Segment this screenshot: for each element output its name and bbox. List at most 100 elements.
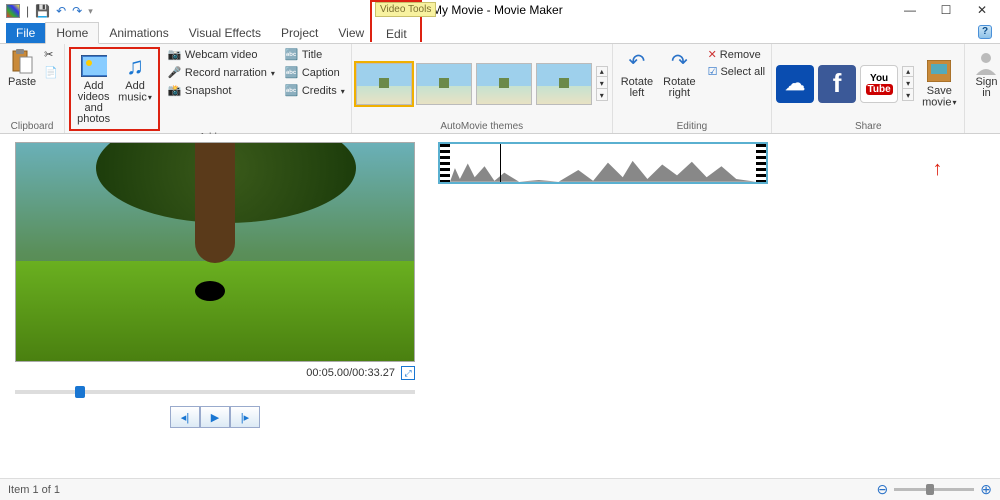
status-item-count: Item 1 of 1	[8, 484, 60, 496]
group-editing: ↶ Rotate left ↷ Rotate right ✕ Remove ☑ …	[613, 44, 772, 133]
select-all-button[interactable]: ☑ Select all	[706, 64, 768, 79]
remove-label: Remove	[720, 49, 761, 61]
group-signin: Sign in	[965, 44, 1000, 133]
next-frame-button[interactable]: |▸	[230, 406, 260, 428]
tab-project[interactable]: Project	[271, 23, 328, 43]
contextual-tab-group-label: Video Tools	[375, 2, 436, 17]
remove-icon: ✕	[708, 48, 717, 61]
tab-visual-effects[interactable]: Visual Effects	[179, 23, 271, 43]
share-onedrive-button[interactable]: ☁	[776, 65, 814, 103]
group-clipboard: Paste ✂ 📄 Clipboard	[0, 44, 65, 133]
add-music-button[interactable]: ♫ Add music▾	[114, 51, 156, 127]
share-youtube-button[interactable]: You Tube	[860, 65, 898, 103]
share-more[interactable]: ▾	[903, 91, 913, 100]
theme-thumb-4[interactable]	[536, 63, 592, 105]
group-share: ☁ f You Tube ▴ ▾ ▾ Save movie▾ Share ↑	[772, 44, 965, 133]
tab-file[interactable]: File	[6, 23, 45, 43]
sprocket-right	[756, 144, 766, 182]
save-movie-label: Save movie▾	[922, 86, 956, 108]
title-button[interactable]: 🔤Title	[283, 47, 347, 63]
sprocket-left	[440, 144, 450, 182]
preview-video[interactable]	[15, 142, 415, 362]
theme-thumb-3[interactable]	[476, 63, 532, 105]
add-videos-photos-button[interactable]: Add videos and photos	[73, 51, 114, 127]
content-area: 00:05.00/00:33.27 ⤢ ◂| ▶ |▸	[0, 134, 1000, 478]
paste-icon	[9, 49, 35, 75]
status-bar: Item 1 of 1 ⊖ ⊕	[0, 478, 1000, 500]
rotate-left-button[interactable]: ↶ Rotate left	[617, 47, 657, 101]
zoom-in-button[interactable]: ⊕	[980, 481, 992, 498]
share-scroll-up[interactable]: ▴	[903, 67, 913, 77]
share-facebook-button[interactable]: f	[818, 65, 856, 103]
group-label-editing: Editing	[617, 120, 767, 133]
mic-icon: 🎤	[168, 66, 182, 80]
minimize-button[interactable]: —	[892, 0, 928, 20]
rotate-left-icon: ↶	[624, 49, 650, 75]
timeline-clip[interactable]	[438, 142, 768, 184]
seek-bar[interactable]	[15, 390, 415, 394]
snapshot-button[interactable]: 📸Snapshot	[166, 83, 277, 99]
save-icon[interactable]: 💾	[35, 4, 50, 18]
title-label: Title	[302, 49, 322, 61]
snapshot-label: Snapshot	[185, 85, 231, 97]
rotate-left-label: Rotate left	[621, 77, 653, 99]
caption-button[interactable]: 🔤Caption	[283, 65, 347, 81]
select-all-label: Select all	[720, 66, 765, 78]
webcam-video-button[interactable]: 📷Webcam video	[166, 47, 277, 63]
add-music-label: Add music▾	[118, 81, 152, 103]
webcam-label: Webcam video	[185, 49, 258, 61]
rotate-right-button[interactable]: ↷ Rotate right	[659, 47, 699, 101]
webcam-icon: 📷	[168, 48, 182, 62]
group-label-clipboard: Clipboard	[4, 120, 60, 133]
theme-thumb-2[interactable]	[416, 63, 472, 105]
tab-home[interactable]: Home	[45, 22, 99, 44]
time-display: 00:05.00/00:33.27	[306, 367, 395, 379]
select-all-icon: ☑	[708, 65, 718, 78]
snapshot-icon: 📸	[168, 84, 182, 98]
qat-more-icon[interactable]: ▾	[88, 6, 93, 17]
seek-thumb[interactable]	[75, 386, 85, 398]
youtube-icon-bot: Tube	[866, 84, 893, 95]
close-button[interactable]: ✕	[964, 0, 1000, 20]
redo-icon[interactable]: ↷	[72, 4, 82, 18]
themes-more[interactable]: ▾	[597, 91, 607, 100]
remove-button[interactable]: ✕ Remove	[706, 47, 768, 62]
tab-edit[interactable]: Edit	[376, 24, 417, 44]
paste-button[interactable]: Paste	[4, 47, 40, 90]
qat-separator: |	[26, 4, 29, 18]
cut-button[interactable]: ✂	[42, 47, 60, 63]
credits-icon: 🔤	[285, 84, 299, 98]
zoom-out-button[interactable]: ⊖	[877, 481, 889, 498]
playhead[interactable]	[500, 144, 501, 182]
themes-scroll-down[interactable]: ▾	[597, 79, 607, 89]
group-label-share: Share	[776, 120, 960, 133]
app-icon[interactable]	[6, 4, 20, 18]
caption-icon: 🔤	[285, 66, 299, 80]
undo-icon[interactable]: ↶	[56, 4, 66, 18]
add-videos-icon	[81, 53, 107, 79]
zoom-slider[interactable]	[894, 488, 974, 491]
save-movie-button[interactable]: Save movie▾	[918, 56, 960, 110]
record-narration-button[interactable]: 🎤Record narration▾	[166, 65, 277, 81]
tab-animations[interactable]: Animations	[99, 23, 178, 43]
tab-view[interactable]: View	[328, 23, 374, 43]
copy-icon: 📄	[44, 66, 58, 80]
copy-button[interactable]: 📄	[42, 65, 60, 81]
cloud-icon: ☁	[785, 71, 805, 96]
save-movie-icon	[926, 58, 952, 84]
music-icon: ♫	[122, 53, 148, 79]
maximize-button[interactable]: ☐	[928, 0, 964, 20]
timeline-pane[interactable]	[430, 134, 1000, 478]
theme-thumb-1[interactable]	[356, 63, 412, 105]
prev-frame-button[interactable]: ◂|	[170, 406, 200, 428]
caption-label: Caption	[302, 67, 340, 79]
fullscreen-button[interactable]: ⤢	[401, 366, 415, 380]
credits-button[interactable]: 🔤Credits▾	[283, 83, 347, 99]
themes-scroll-up[interactable]: ▴	[597, 67, 607, 77]
help-icon[interactable]: ?	[978, 25, 992, 39]
share-scroll-down[interactable]: ▾	[903, 79, 913, 89]
sign-in-button[interactable]: Sign in	[969, 47, 1000, 101]
play-button[interactable]: ▶	[200, 406, 230, 428]
ribbon: Paste ✂ 📄 Clipboard Add videos and photo…	[0, 44, 1000, 134]
annotation-highlight-add: Add videos and photos ♫ Add music▾	[69, 47, 160, 131]
